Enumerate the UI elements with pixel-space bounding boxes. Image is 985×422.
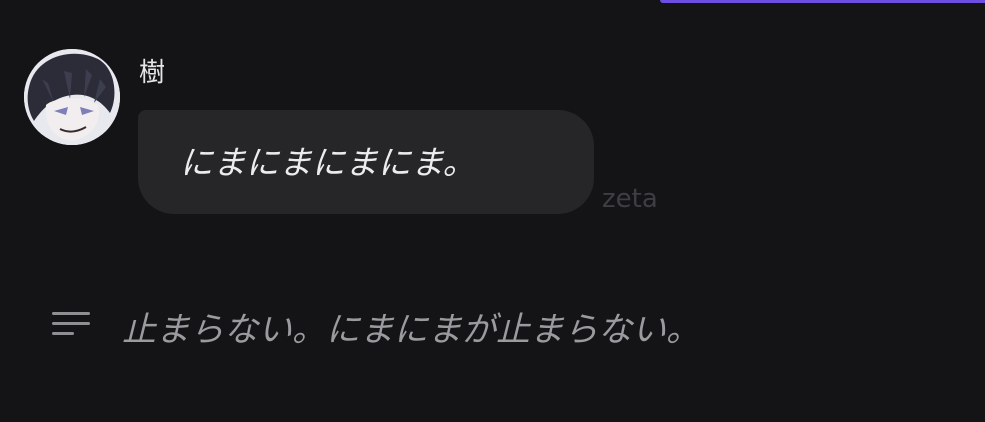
message-bubble[interactable]: にまにまにまにま。 (138, 110, 594, 214)
sender-name: 樹 (139, 58, 166, 88)
top-accent-bar (660, 0, 985, 3)
zeta-watermark: zeta (602, 184, 658, 214)
message-text: にまにまにまにま。 (180, 143, 476, 182)
narration-text: 止まらない。にまにまが止まらない。 (122, 310, 700, 350)
avatar[interactable] (24, 49, 120, 145)
character-avatar-icon (24, 49, 120, 145)
narration-lines-icon (52, 308, 92, 340)
